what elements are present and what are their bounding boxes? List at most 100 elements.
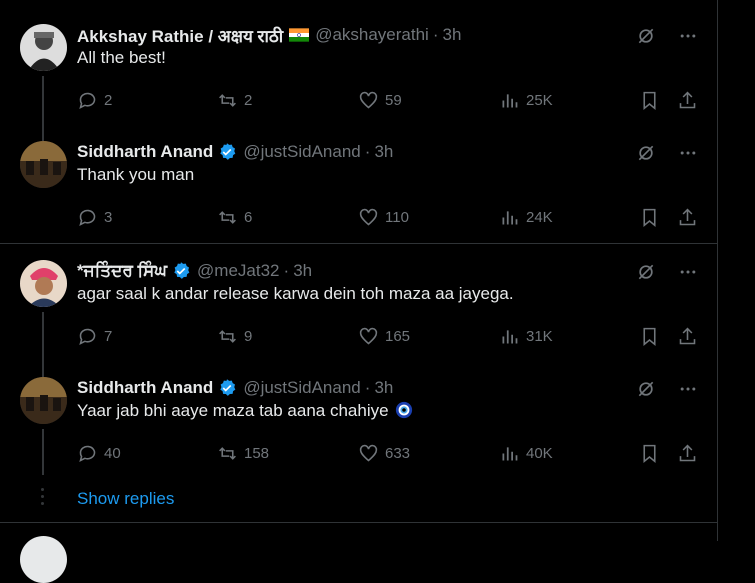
like-count: 633 bbox=[385, 445, 411, 462]
handle[interactable]: @justSidAnand bbox=[243, 142, 360, 162]
tweet-text: agar saal k andar release karwa dein toh… bbox=[77, 284, 514, 303]
verified-icon bbox=[174, 262, 190, 279]
tweet-text: All the best! bbox=[77, 48, 166, 67]
share-button[interactable] bbox=[677, 326, 698, 347]
views-button[interactable]: 31K bbox=[499, 326, 553, 347]
avatar[interactable] bbox=[20, 536, 67, 583]
bookmark-button[interactable] bbox=[639, 326, 660, 347]
share-icon bbox=[679, 444, 696, 462]
more-icon[interactable] bbox=[678, 379, 698, 399]
avatar[interactable] bbox=[20, 260, 67, 307]
handle[interactable]: @meJat32 bbox=[197, 261, 279, 281]
display-name[interactable]: *ਜਤਿੰਦਰ ਸਿੰਘ bbox=[77, 261, 167, 281]
grok-icon[interactable] bbox=[636, 379, 656, 399]
views-icon bbox=[502, 94, 518, 108]
timeline-column: Akkshay Rathie / अक्षय राठी @akshayerath… bbox=[0, 0, 718, 583]
show-replies-link[interactable]: Show replies bbox=[77, 489, 174, 509]
separator-dot: · bbox=[432, 25, 439, 44]
like-count: 165 bbox=[385, 328, 411, 345]
display-name[interactable]: Siddharth Anand bbox=[77, 142, 213, 162]
share-icon bbox=[679, 91, 696, 109]
avatar[interactable] bbox=[20, 141, 67, 188]
reply-icon bbox=[79, 92, 96, 109]
bookmark-icon bbox=[643, 444, 656, 464]
like-button[interactable]: 165 bbox=[358, 326, 410, 347]
share-button[interactable] bbox=[677, 443, 698, 464]
views-button[interactable]: 40K bbox=[499, 443, 553, 464]
repost-button[interactable]: 158 bbox=[217, 443, 269, 464]
thread-line bbox=[42, 312, 44, 378]
action-bar: 40 158 633 40K bbox=[77, 443, 697, 465]
avatar[interactable] bbox=[20, 24, 67, 71]
more-icon[interactable] bbox=[678, 26, 698, 46]
action-bar: 7 9 165 31K bbox=[77, 326, 697, 348]
thread-line bbox=[42, 429, 44, 475]
reply-button[interactable]: 40 bbox=[77, 443, 121, 464]
handle[interactable]: @justSidAnand bbox=[243, 378, 360, 398]
like-icon bbox=[359, 91, 378, 109]
repost-button[interactable]: 9 bbox=[217, 326, 252, 347]
like-button[interactable]: 633 bbox=[358, 443, 410, 464]
grok-icon[interactable] bbox=[636, 143, 656, 163]
reply-icon bbox=[79, 209, 96, 226]
display-name[interactable]: Akkshay Rathie / अक्षय राठी bbox=[77, 24, 283, 47]
more-icon[interactable] bbox=[678, 262, 698, 282]
nazar-emoji bbox=[395, 401, 412, 419]
handle[interactable]: @akshayerathi bbox=[315, 25, 429, 45]
bookmark-button[interactable] bbox=[639, 443, 660, 464]
repost-icon bbox=[219, 330, 236, 343]
reply-button[interactable]: 7 bbox=[77, 326, 112, 347]
like-button[interactable]: 110 bbox=[358, 207, 409, 228]
like-button[interactable]: 59 bbox=[358, 90, 402, 111]
repost-button[interactable]: 2 bbox=[217, 90, 252, 111]
tweet-header: Siddharth Anand @justSidAnand · 3h bbox=[77, 141, 393, 163]
like-icon bbox=[359, 208, 378, 226]
timestamp[interactable]: 3h bbox=[374, 378, 393, 398]
bookmark-button[interactable] bbox=[639, 207, 660, 228]
timestamp[interactable]: 3h bbox=[443, 25, 462, 45]
tweet-top-actions bbox=[636, 379, 698, 399]
separator-dot: · bbox=[364, 142, 371, 161]
bookmark-button[interactable] bbox=[639, 90, 660, 111]
divider bbox=[0, 522, 718, 523]
action-bar: 2 2 59 25K bbox=[77, 90, 697, 112]
bookmark-icon bbox=[643, 208, 656, 228]
tweet-top-actions bbox=[636, 143, 698, 163]
reply-icon bbox=[79, 445, 96, 462]
repost-button[interactable]: 6 bbox=[217, 207, 252, 228]
tweet-text-content: Yaar jab bhi aaye maza tab aana chahiye bbox=[77, 401, 389, 420]
repost-icon bbox=[219, 447, 236, 460]
views-button[interactable]: 24K bbox=[499, 207, 553, 228]
reply-count: 2 bbox=[104, 92, 113, 109]
separator-dot: · bbox=[283, 261, 290, 280]
like-count: 110 bbox=[385, 209, 409, 226]
reply-button[interactable]: 2 bbox=[77, 90, 112, 111]
view-count: 24K bbox=[526, 209, 553, 226]
views-button[interactable]: 25K bbox=[499, 90, 553, 111]
avatar[interactable] bbox=[20, 377, 67, 424]
view-count: 31K bbox=[526, 328, 553, 345]
tweet-header: Siddharth Anand @justSidAnand · 3h bbox=[77, 377, 393, 399]
grok-icon[interactable] bbox=[636, 262, 656, 282]
display-name[interactable]: Siddharth Anand bbox=[77, 378, 213, 398]
verified-icon bbox=[220, 143, 236, 160]
bookmark-icon bbox=[643, 91, 656, 111]
repost-count: 6 bbox=[244, 209, 253, 226]
timestamp[interactable]: 3h bbox=[374, 142, 393, 162]
views-icon bbox=[502, 447, 518, 461]
timestamp[interactable]: 3h bbox=[293, 261, 312, 281]
more-icon[interactable] bbox=[678, 143, 698, 163]
tweet-top-actions bbox=[636, 26, 698, 46]
reply-count: 7 bbox=[104, 328, 113, 345]
like-count: 59 bbox=[385, 92, 402, 109]
view-count: 25K bbox=[526, 92, 553, 109]
more-replies-dots bbox=[41, 488, 45, 509]
grok-icon[interactable] bbox=[636, 26, 656, 46]
like-icon bbox=[359, 327, 378, 345]
reply-button[interactable]: 3 bbox=[77, 207, 112, 228]
share-button[interactable] bbox=[677, 207, 698, 228]
action-bar: 3 6 110 24K bbox=[77, 207, 697, 229]
view-count: 40K bbox=[526, 445, 553, 462]
share-icon bbox=[679, 327, 696, 345]
share-button[interactable] bbox=[677, 90, 698, 111]
